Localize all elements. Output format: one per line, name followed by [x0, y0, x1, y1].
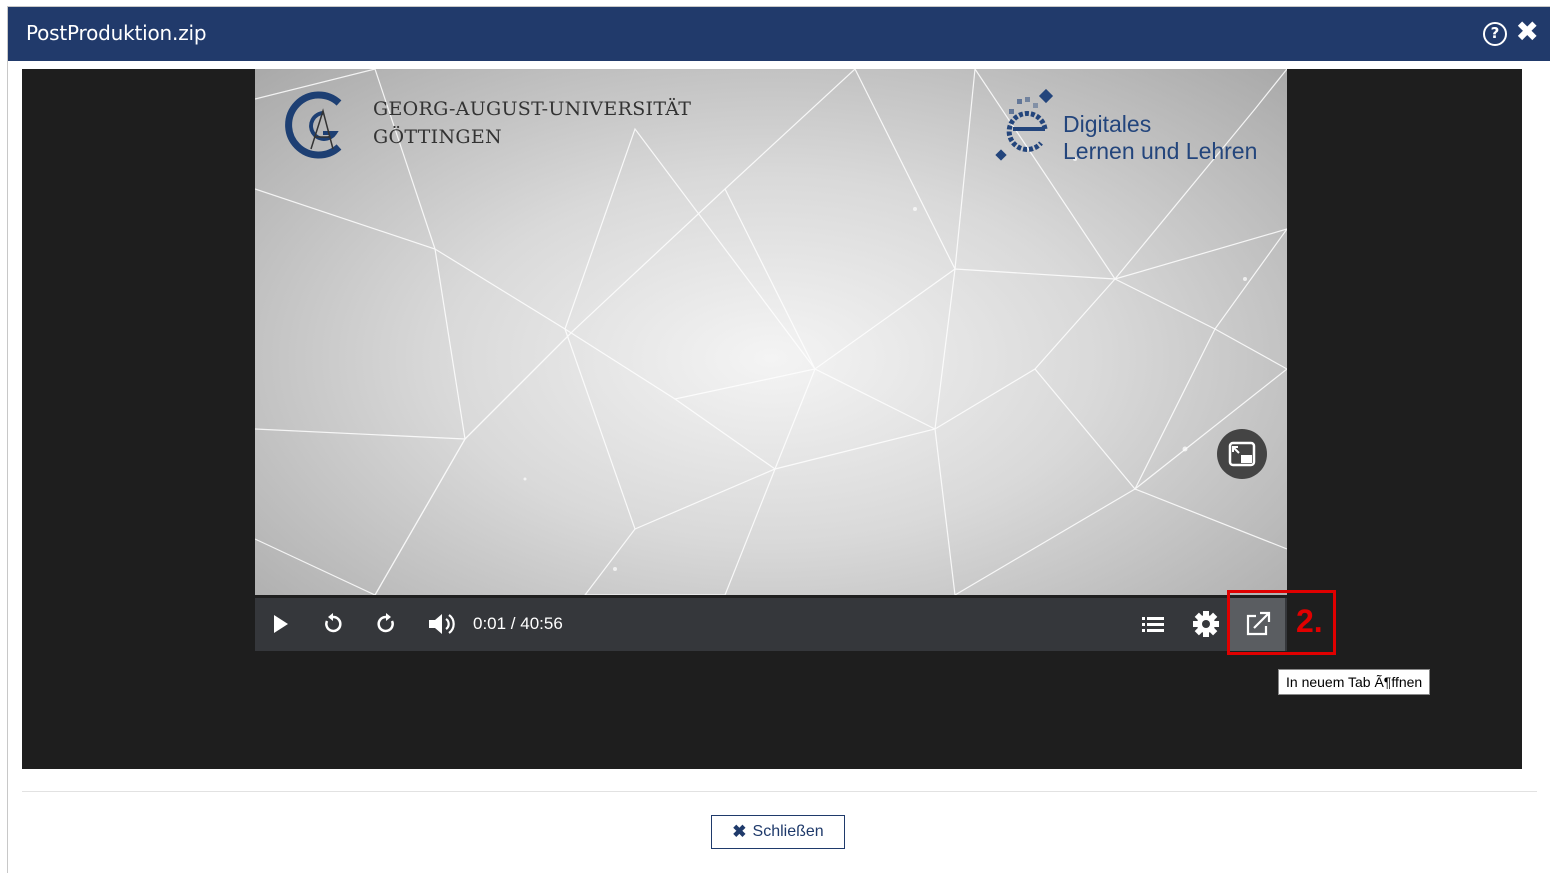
brand-line2: Lernen und Lehren: [1063, 138, 1258, 164]
list-icon: [1142, 617, 1164, 632]
picture-in-picture-icon: [1228, 441, 1256, 467]
gear-icon: [1193, 611, 1219, 637]
annotation-step-label: 2.: [1296, 603, 1323, 639]
video-player: GEORG-AUGUST-UNIVERSITÄT GÖTTINGEN Digit…: [22, 69, 1522, 769]
digitales-lernen-logo-icon: [995, 89, 1054, 161]
dialog-title: PostProduktion.zip: [26, 21, 207, 45]
chapters-button[interactable]: [1139, 608, 1167, 640]
video-frame[interactable]: GEORG-AUGUST-UNIVERSITÄT GÖTTINGEN Digit…: [255, 69, 1287, 595]
volume-icon: [429, 614, 455, 634]
forward-icon: [377, 613, 394, 633]
forward-button[interactable]: [372, 608, 400, 640]
university-seal-icon: [285, 91, 342, 159]
player-controls: 0:01 / 40:56: [255, 595, 1287, 651]
play-button[interactable]: [267, 608, 295, 640]
digitales-lernen-brand: Digitales Lernen und Lehren: [1063, 111, 1257, 165]
dialog-titlebar: PostProduktion.zip ? ✖: [8, 7, 1550, 61]
volume-button[interactable]: [425, 608, 461, 640]
brand-line1: Digitales: [1063, 111, 1152, 137]
close-icon[interactable]: ✖: [1516, 17, 1539, 47]
settings-button[interactable]: [1189, 608, 1223, 640]
university-name: GEORG-AUGUST-UNIVERSITÄT GÖTTINGEN: [373, 95, 691, 151]
help-icon[interactable]: ?: [1483, 22, 1507, 46]
university-name-line1: GEORG-AUGUST-UNIVERSITÄT: [373, 98, 692, 120]
time-display: 0:01 / 40:56: [473, 614, 563, 633]
picture-in-picture-button[interactable]: [1217, 429, 1267, 479]
close-button-label: Schließen: [752, 823, 824, 840]
media-dialog: PostProduktion.zip ? ✖ GEORG-AUGUST-UNIV…: [7, 6, 1550, 873]
close-icon: ✖: [732, 822, 747, 841]
close-dialog-button[interactable]: ✖ Schließen: [711, 815, 845, 849]
rewind-button[interactable]: [319, 608, 347, 640]
play-icon: [274, 615, 288, 633]
footer-divider: [22, 791, 1537, 792]
rewind-icon: [325, 613, 342, 633]
new-tab-tooltip: In neuem Tab Ã¶ffnen: [1278, 669, 1431, 695]
university-name-line2: GÖTTINGEN: [373, 126, 502, 148]
